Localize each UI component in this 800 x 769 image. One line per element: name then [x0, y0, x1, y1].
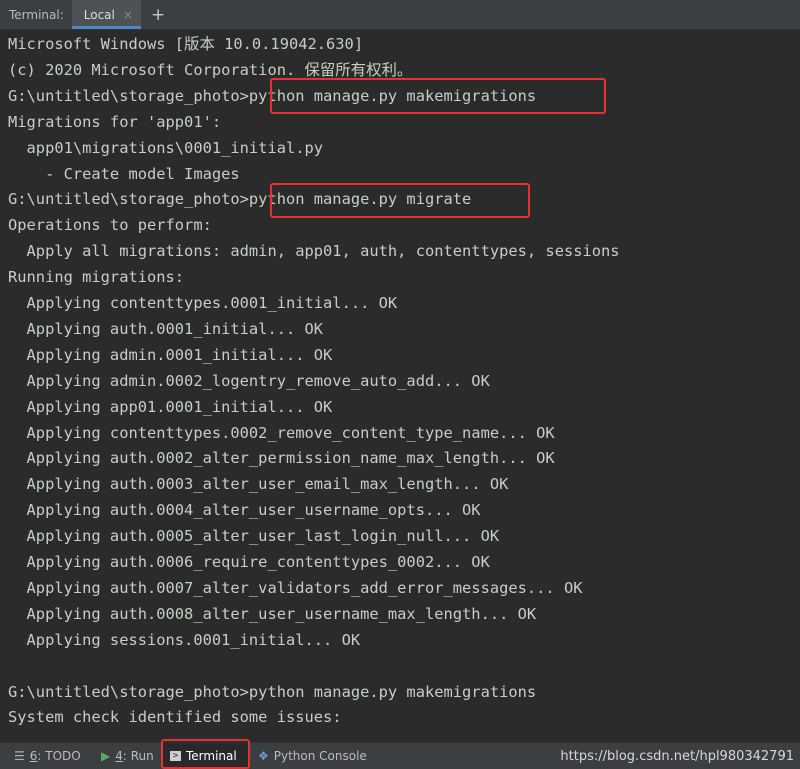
play-icon: ▶ [101, 749, 111, 763]
tool-window-bar: ☰ 6: TODO ▶ 4: Run > Terminal ❖ Python C… [0, 739, 800, 769]
terminal-line: Migrations for 'app01': [8, 112, 222, 131]
terminal-line: Operations to perform: [8, 216, 212, 235]
watermark: https://blog.csdn.net/hpl980342791 [560, 748, 794, 764]
terminal-line: Microsoft Windows [版本 10.0.19042.630] [8, 35, 364, 53]
terminal-line: - Create model Images [8, 164, 240, 183]
terminal-button-highlight [161, 739, 250, 769]
terminal-line: Applying admin.0001_initial... OK [8, 345, 333, 364]
terminal-output[interactable]: Microsoft Windows [版本 10.0.19042.630] (c)… [0, 30, 800, 742]
run-button[interactable]: ▶ 4: Run [101, 743, 154, 769]
terminal-line: Apply all migrations: admin, app01, auth… [8, 242, 620, 261]
terminal-line: Applying auth.0007_alter_validators_add_… [8, 578, 583, 597]
tool-window-title: Terminal: [9, 7, 64, 22]
terminal-line: Applying app01.0001_initial... OK [8, 397, 333, 416]
python-icon: ❖ [258, 749, 269, 763]
terminal-line: app01\migrations\0001_initial.py [8, 138, 324, 157]
tab-local[interactable]: Local × [71, 0, 142, 29]
todo-button[interactable]: ☰ 6: TODO [14, 743, 81, 769]
todo-number: 6 [29, 749, 38, 763]
terminal-line: Applying auth.0008_alter_user_username_m… [8, 604, 537, 623]
makemigrations-highlight [270, 78, 606, 114]
terminal-line: (c) 2020 Microsoft Corporation. 保留所有权利。 [8, 60, 413, 79]
tab-local-label: Local [83, 7, 115, 22]
terminal-line: System check identified some issues: [8, 708, 342, 727]
migrate-highlight [270, 183, 530, 218]
terminal-line: Applying auth.0003_alter_user_email_max_… [8, 475, 509, 494]
terminal-line: Applying auth.0002_alter_permission_name… [8, 449, 555, 468]
tool-window-tab-bar: Terminal: Local × + [0, 0, 800, 30]
terminal-line: Applying contenttypes.0001_initial... OK [8, 294, 398, 312]
python-console-label: Python Console [273, 749, 367, 763]
terminal-line: Running migrations: [8, 268, 185, 287]
terminal-line: Applying auth.0001_initial... OK [8, 319, 324, 338]
terminal-line: G:\untitled\storage_photo>python manage.… [8, 682, 537, 701]
terminal-line: Applying auth.0004_alter_user_username_o… [8, 501, 481, 520]
list-icon: ☰ [14, 749, 25, 763]
terminal-line: Applying sessions.0001_initial... OK [8, 630, 361, 649]
terminal-line: Applying contenttypes.0002_remove_conten… [8, 423, 555, 442]
todo-label: : TODO [37, 749, 81, 763]
add-tab-icon[interactable]: + [141, 0, 175, 29]
run-label: : Run [122, 749, 154, 763]
terminal-line: Applying auth.0006_require_contenttypes_… [8, 553, 490, 571]
terminal-line: Applying auth.0005_alter_user_last_login… [8, 527, 500, 546]
python-console-button[interactable]: ❖ Python Console [258, 743, 367, 769]
terminal-line: Applying admin.0002_logentry_remove_auto… [8, 371, 490, 390]
close-icon[interactable]: × [123, 8, 133, 22]
run-number: 4 [115, 749, 123, 763]
